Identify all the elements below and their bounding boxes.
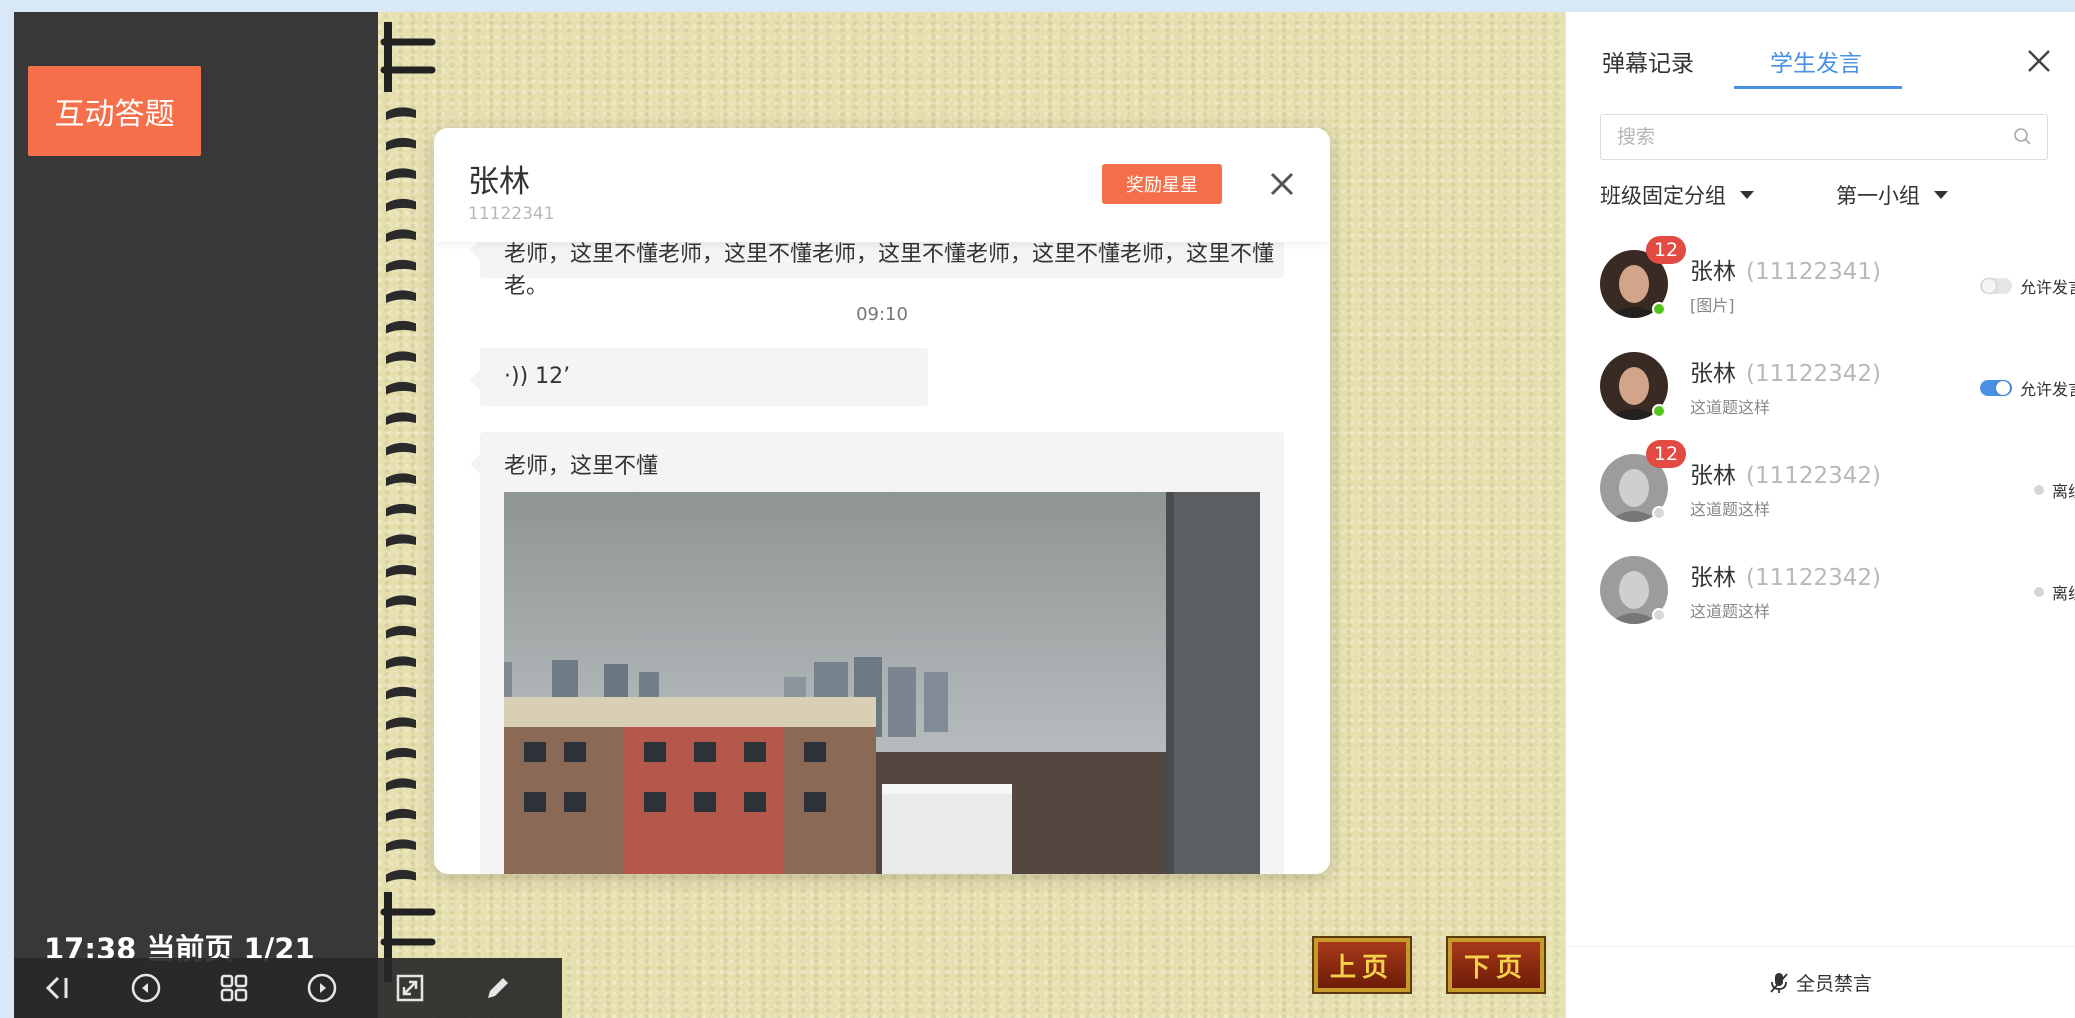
spiral-ring (386, 717, 416, 730)
tab-danmu-record[interactable]: 弹幕记录 (1602, 44, 1694, 78)
offline-status-dot (1652, 608, 1666, 622)
student-id: (11122342) (1746, 361, 1882, 387)
spiral-ring (386, 686, 416, 700)
student-name: 张林 (468, 164, 530, 200)
speech-panel: 弹幕记录 学生发言 班级固定分组 第一小组 12 张林 (11122341) [图… (1565, 12, 2075, 1018)
spiral-ring (386, 778, 416, 791)
online-status-dot (1652, 302, 1666, 316)
spiral-ring (386, 839, 416, 852)
grid-icon[interactable] (190, 958, 278, 1018)
first-page-icon[interactable] (14, 958, 102, 1018)
student-id: (11122342) (1746, 463, 1882, 489)
close-icon[interactable] (1264, 166, 1300, 202)
next-icon[interactable] (278, 958, 366, 1018)
caret-down-icon (1934, 191, 1948, 199)
prev-page-button[interactable]: 上页 (1314, 938, 1410, 992)
spiral-ring (386, 625, 416, 639)
student-list-item[interactable]: 12 张林 (11122341) [图片] 允许发言 (1600, 236, 2075, 330)
spiral-ring (386, 412, 416, 425)
caret-down-icon (1740, 191, 1754, 199)
spiral-ring (386, 442, 416, 456)
student-list-item[interactable]: 12 张林 (11122342) 这道题这样 离线 (1600, 440, 2075, 534)
last-message: 这道题这样 (1690, 500, 1771, 519)
spiral-ring (386, 290, 416, 303)
spiral-ring (386, 595, 416, 608)
spiral-ring (386, 107, 416, 120)
reward-star-button[interactable]: 奖励星星 (1102, 164, 1222, 204)
next-page-button[interactable]: 下页 (1448, 938, 1544, 992)
spiral-ring (386, 808, 416, 822)
interactive-answer-button[interactable]: 互动答题 (28, 66, 201, 156)
spiral-ring (386, 168, 416, 181)
student-name: 张林 (1690, 463, 1736, 489)
student-id: (11122342) (1746, 565, 1882, 591)
mute-all-label: 全员禁言 (1795, 973, 1872, 995)
spiral-ring (386, 381, 416, 395)
fullscreen-icon[interactable] (366, 958, 454, 1018)
speech-permission: 离线 (2033, 478, 2075, 502)
search-input[interactable] (1601, 115, 1981, 159)
spiral-ring (386, 229, 416, 242)
allow-speech-label: 允许发言 (2019, 278, 2075, 297)
left-sidebar: 互动答题 17:38 当前页 1/21 (14, 12, 378, 1018)
allow-speech-toggle[interactable] (1979, 278, 2012, 294)
spiral-ring (386, 137, 416, 151)
student-name: 张林 (1690, 361, 1736, 387)
search-icon[interactable] (2013, 127, 2033, 147)
offline-indicator (2033, 485, 2044, 495)
active-tab-indicator (1734, 86, 1902, 89)
spiral-ring (386, 564, 416, 578)
speech-permission: 允许发言 (1979, 274, 2075, 298)
online-status-dot (1652, 404, 1666, 418)
mute-all-button[interactable]: 全员禁言 (1566, 946, 2075, 1018)
student-name: 张林 (1690, 259, 1736, 285)
mic-muted-icon (1770, 972, 1788, 993)
group-dropdown[interactable]: 班级固定分组 (1600, 180, 1754, 210)
offline-indicator (2033, 587, 2044, 597)
last-message: 这道题这样 (1690, 602, 1771, 621)
student-id: 11122341 (468, 204, 555, 224)
tab-student-speech[interactable]: 学生发言 (1770, 44, 1862, 78)
subgroup-dropdown-label: 第一小组 (1836, 184, 1920, 208)
message-time: 09:10 (856, 304, 908, 325)
spiral-ring (386, 259, 416, 273)
speech-permission: 离线 (2033, 580, 2075, 604)
close-icon[interactable] (2024, 46, 2054, 76)
offline-label: 离线 (2051, 584, 2075, 603)
allow-speech-label: 允许发言 (2019, 380, 2075, 399)
speech-permission: 允许发言 (1979, 376, 2075, 400)
subgroup-dropdown[interactable]: 第一小组 (1836, 180, 1948, 210)
student-chat-dialog: 张林 11122341 奖励星星 老师，这里不懂老师，这里不懂老师，这里不懂老师… (434, 128, 1330, 874)
student-name: 张林 (1690, 565, 1736, 591)
last-message: 这道题这样 (1690, 398, 1771, 417)
spiral-ring (386, 747, 416, 761)
student-list-item[interactable]: 张林 (11122342) 这道题这样 离线 (1600, 556, 2075, 636)
spiral-ring (386, 473, 416, 486)
unread-badge: 12 (1646, 236, 1686, 264)
image-message-caption: 老师，这里不懂 (504, 454, 659, 479)
spiral-ring (386, 503, 416, 517)
pen-icon[interactable] (454, 958, 542, 1018)
search-box (1600, 114, 2048, 160)
spiral-ring (386, 534, 416, 547)
last-message: [图片] (1690, 296, 1735, 315)
player-toolbar (14, 958, 562, 1018)
group-dropdown-label: 班级固定分组 (1600, 184, 1726, 208)
spiral-ring (386, 320, 416, 334)
student-id: (11122341) (1746, 259, 1882, 285)
offline-status-dot (1652, 506, 1666, 520)
voice-message[interactable]: ·)) 12’ (470, 348, 928, 406)
allow-speech-toggle[interactable] (1979, 380, 2012, 396)
message-photo[interactable] (504, 492, 1260, 874)
spiral-ring (386, 656, 416, 669)
unread-badge: 12 (1646, 440, 1686, 468)
spiral-ring (386, 869, 416, 883)
spiral-ring (386, 198, 416, 212)
dialog-header: 张林 11122341 奖励星星 (434, 128, 1330, 242)
student-list-item[interactable]: 张林 (11122342) 这道题这样 允许发言 (1600, 352, 2075, 432)
offline-label: 离线 (2051, 482, 2075, 501)
spiral-ring (386, 351, 416, 364)
prev-icon[interactable] (102, 958, 190, 1018)
